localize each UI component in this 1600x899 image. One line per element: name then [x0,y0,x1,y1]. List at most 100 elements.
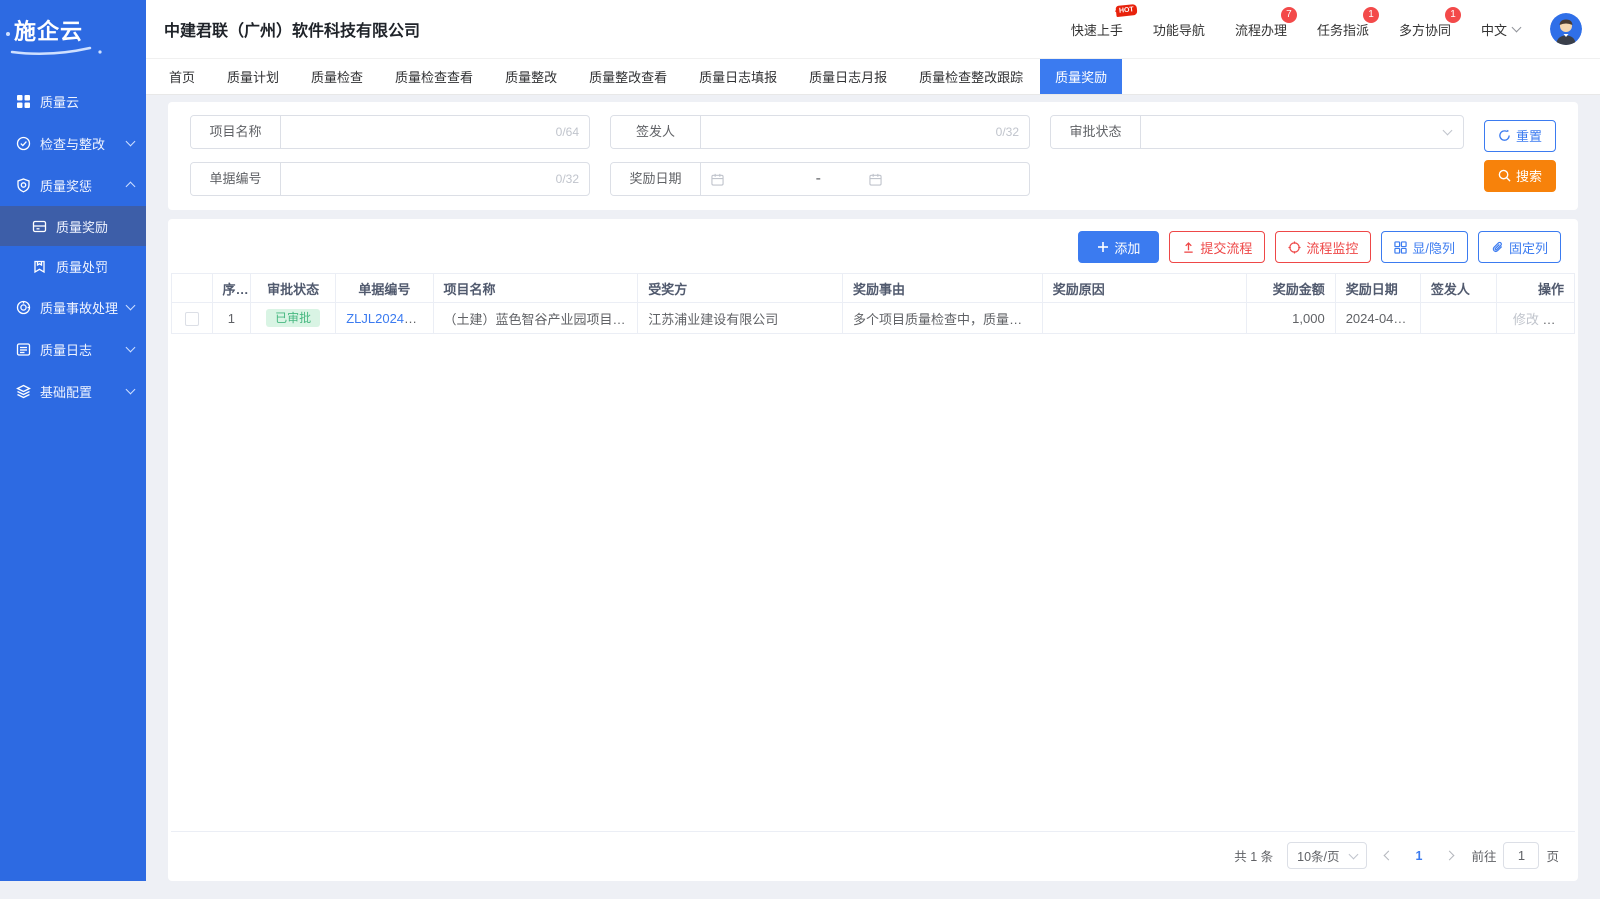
avatar[interactable] [1550,13,1582,45]
col-reward-reason: 奖励事由 [843,274,1043,303]
prev-page-button[interactable] [1381,852,1396,859]
calendar-icon [869,173,882,186]
issuer-label: 签发人 [611,116,701,148]
doc-no-link[interactable]: ZLJL2024050020 [346,311,433,326]
tab-label: 首页 [169,67,195,86]
sidebar-item-quality-cloud[interactable]: 质量云 [0,80,146,122]
submit-flow-button[interactable]: 提交流程 [1169,231,1265,263]
tab-quality-reward[interactable]: 质量奖励 [1040,59,1122,94]
add-label: 添加 [1114,238,1140,257]
chevron-up-icon [126,182,136,192]
table-row: 1 已审批 ZLJL2024050020 （土建）蓝色智谷产业园项目施工总承..… [172,303,1575,334]
table-toolbar: 添加 提交流程 流程监控 显/隐列 [171,219,1575,273]
approval-status-label: 审批状态 [1051,116,1141,148]
cell-issuer [1420,303,1496,334]
approval-status-value[interactable] [1151,125,1444,140]
add-button[interactable]: 添加 [1078,231,1159,263]
upload-icon [1182,241,1195,254]
cell-seq: 1 [212,303,251,334]
language-selector[interactable]: 中文 [1481,20,1520,39]
tab-quality-inspect-view[interactable]: 质量检查查看 [380,59,488,94]
nav-multi-party[interactable]: 多方协同 1 [1399,20,1451,39]
doc-no-field[interactable]: 单据编号 0/32 [190,162,590,196]
tab-quality-log-fill[interactable]: 质量日志填报 [684,59,792,94]
tab-label: 质量检查整改跟踪 [919,67,1023,86]
sidebar-item-inspection-rectify[interactable]: 检查与整改 [0,122,146,164]
sidebar-item-quality-punish[interactable]: 质量处罚 [0,246,146,286]
start-date-picker[interactable]: - [711,170,861,188]
reset-icon [1498,129,1511,142]
show-hide-columns-button[interactable]: 显/隐列 [1381,231,1468,263]
goto-page-input[interactable] [1503,842,1539,869]
col-reward-date: 奖励日期 [1335,274,1420,303]
tab-quality-rectify-view[interactable]: 质量整改查看 [574,59,682,94]
search-panel: 项目名称 0/64 签发人 0/32 审批状态 单据编号 0/32 奖励日期 [168,102,1578,210]
flow-monitor-button[interactable]: 流程监控 [1275,231,1371,263]
end-date-picker[interactable] [869,173,1019,186]
hot-flame-icon: HOT [1116,3,1138,16]
row-checkbox[interactable] [185,312,199,326]
nav-label: 快速上手 [1071,23,1123,38]
tab-inspect-rectify-track[interactable]: 质量检查整改跟踪 [904,59,1038,94]
logo-dot [6,32,10,36]
company-title: 中建君联（广州）软件科技有限公司 [164,17,420,41]
nav-process-handling[interactable]: 流程办理 7 [1235,20,1287,39]
reward-date-label: 奖励日期 [611,163,701,195]
top-nav: 快速上手 HOT 功能导航 流程办理 7 任务指派 1 多方协同 1 [1071,13,1582,45]
language-label: 中文 [1481,20,1507,39]
delete-link[interactable]: 删除 [1549,312,1575,327]
search-button[interactable]: 搜索 [1484,160,1556,192]
book-icon [32,259,47,274]
fixed-columns-label: 固定列 [1509,238,1548,257]
content-area: 项目名称 0/64 签发人 0/32 审批状态 单据编号 0/32 奖励日期 [146,95,1600,881]
reset-button[interactable]: 重置 [1484,120,1556,152]
reset-label: 重置 [1516,126,1542,145]
next-page-button[interactable] [1442,852,1457,859]
sidebar-item-basic-config[interactable]: 基础配置 [0,370,146,412]
doc-no-label: 单据编号 [191,163,281,195]
sidebar-item-quality-log[interactable]: 质量日志 [0,328,146,370]
project-name-field[interactable]: 项目名称 0/64 [190,115,590,149]
approval-status-select[interactable]: 审批状态 [1050,115,1464,149]
shield-icon [16,178,31,193]
flow-monitor-label: 流程监控 [1306,238,1358,257]
tab-home[interactable]: 首页 [154,59,210,94]
chevron-left-icon [1383,851,1393,861]
cell-reward-cause [1042,303,1246,334]
tab-label: 质量奖励 [1055,67,1107,86]
avatar-icon [1550,13,1582,45]
columns-grid-icon [1394,241,1407,254]
tab-quality-plan[interactable]: 质量计划 [212,59,294,94]
nav-label: 任务指派 [1317,23,1369,38]
cell-awardee: 江苏浦业建设有限公司 [638,303,843,334]
project-name-input[interactable] [291,125,550,140]
date-separator: - [816,170,821,188]
reward-table: 序号 审批状态 单据编号 项目名称 受奖方 奖励事由 奖励原因 奖励金额 奖励日… [171,273,1575,334]
tab-quality-rectify[interactable]: 质量整改 [490,59,572,94]
fixed-columns-button[interactable]: 固定列 [1478,231,1561,263]
reward-date-range-field[interactable]: 奖励日期 - [610,162,1030,196]
edit-link[interactable]: 修改 [1513,312,1539,327]
page-number[interactable]: 1 [1410,849,1429,863]
tab-label: 质量整改 [505,67,557,86]
chevron-down-icon [126,343,136,353]
nav-quick-start[interactable]: 快速上手 HOT [1071,20,1123,39]
cell-reward-reason: 多个项目质量检查中，质量评优 [843,303,1043,334]
col-approval-status: 审批状态 [251,274,336,303]
sidebar-item-label: 基础配置 [40,382,123,401]
plus-icon [1097,241,1109,253]
sidebar-item-quality-accident[interactable]: 质量事故处理 [0,286,146,328]
nav-function-guide[interactable]: 功能导航 [1153,20,1205,39]
nav-task-assign[interactable]: 任务指派 1 [1317,20,1369,39]
page-size-select[interactable]: 10条/页 [1287,842,1366,869]
doc-no-input[interactable] [291,172,550,187]
sidebar-item-quality-reward-punish[interactable]: 质量奖惩 [0,164,146,206]
table-panel: 添加 提交流程 流程监控 显/隐列 [168,219,1578,881]
issuer-field[interactable]: 签发人 0/32 [610,115,1030,149]
sidebar-item-quality-reward[interactable]: 质量奖励 [0,206,146,246]
issuer-input[interactable] [711,125,990,140]
tab-quality-inspect[interactable]: 质量检查 [296,59,378,94]
tab-quality-log-month[interactable]: 质量日志月报 [794,59,902,94]
sidebar: 施企云 质量云 检查与整改 质量奖惩 质量奖励 [0,0,146,881]
chevron-down-icon [1348,849,1358,859]
